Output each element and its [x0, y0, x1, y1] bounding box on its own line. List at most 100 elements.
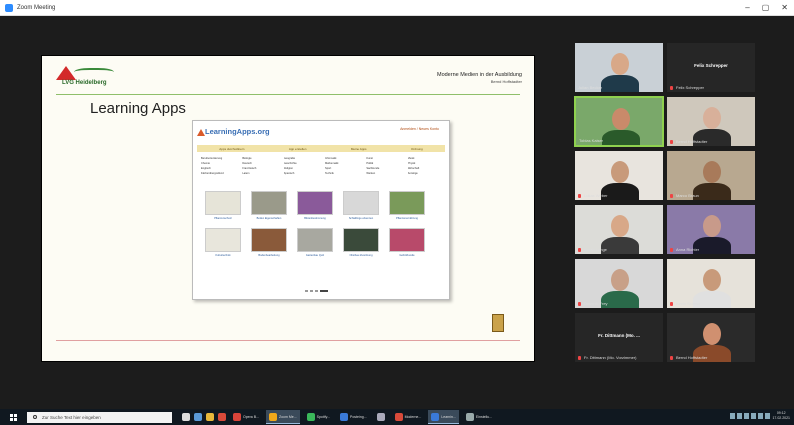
participant-name-label: Sarah Lange: [584, 247, 607, 252]
tray-icon[interactable]: [751, 413, 756, 419]
participant-tile[interactable]: Julian Becker: [574, 42, 664, 93]
app-tile-caption: Pflanzenernährung: [396, 217, 418, 220]
category-item: Fächerübergreifend: [201, 172, 224, 175]
app-tile-caption: Gehölzkunde: [399, 254, 415, 257]
maximize-button[interactable]: ▢: [762, 3, 770, 12]
participant-video-torso: [693, 183, 731, 200]
participant-video-torso: [601, 75, 639, 92]
participant-tile[interactable]: Anna Richter: [666, 204, 756, 255]
tray-icon[interactable]: [730, 413, 735, 419]
app-tile-caption: Obstbau Zuordnung: [349, 254, 373, 257]
taskbar-pinned-icon[interactable]: [218, 413, 226, 421]
participant-video-torso: [601, 183, 639, 200]
taskbar-app-button[interactable]: [374, 410, 388, 424]
participant-display-name: Felix Schrepper: [694, 63, 728, 68]
participant-name-label: Marco Braun: [676, 193, 699, 198]
tray-icon[interactable]: [737, 413, 742, 419]
participant-video-head: [611, 53, 629, 75]
taskbar-app-icon: [340, 413, 349, 421]
category-item: Religion: [283, 167, 294, 170]
app-tile-thumbnail: [389, 228, 425, 252]
participant-name-label: Felix Schrepper: [676, 85, 705, 90]
app-tile-thumbnail: [251, 228, 287, 252]
tray-icon[interactable]: [765, 413, 770, 419]
taskbar-clock[interactable]: 09:12 17.02.2021: [772, 411, 790, 421]
slide-footer-divider: [56, 340, 520, 341]
taskbar-pinned-icon[interactable]: [182, 413, 190, 421]
app-tile: Pflanzenernährung: [389, 191, 425, 220]
category-item: Mathematik: [324, 162, 339, 165]
category-item: Deutsch: [242, 162, 252, 165]
site-categories: Berufsorientierung Biologie Geografie Infor…: [201, 157, 441, 177]
mic-muted-icon: [670, 86, 673, 90]
participant-video-head: [703, 161, 721, 183]
participant-tile[interactable]: Marco Braun: [666, 150, 756, 201]
logo-wave-icon: [74, 68, 114, 78]
app-tile: Obstbau Zuordnung: [343, 228, 379, 257]
participant-tile[interactable]: Tobias Kaiser: [574, 96, 664, 147]
participant-name-label: Julian Becker: [578, 85, 603, 90]
participant-tile[interactable]: Dominik Frey: [574, 258, 664, 309]
app-tile-caption: Boden Eigenschaften: [256, 217, 282, 220]
taskbar-app-icon: [268, 412, 277, 421]
app-tile-caption: Pflanzenschutz: [214, 217, 232, 220]
taskbar-app-button[interactable]: Einstellu...: [463, 410, 495, 424]
taskbar-pinned-icon[interactable]: [206, 413, 214, 421]
category-row: Fächerübergreifend Latein Spanisch Technik W…: [201, 172, 441, 175]
category-item: Spanisch: [283, 172, 295, 175]
windows-start-icon[interactable]: [10, 413, 17, 421]
logo-text: LVG Heidelberg: [62, 80, 107, 86]
taskbar-app-button[interactable]: Moderne...: [392, 410, 425, 424]
tray-icon[interactable]: [758, 413, 763, 419]
participant-video-torso: [602, 130, 640, 145]
participant-video-head: [703, 215, 721, 237]
taskbar-app-label: Moderne...: [404, 415, 422, 419]
taskbar-app-label: Spotify...: [316, 415, 331, 419]
category-item: Geografie: [283, 157, 296, 160]
taskbar-app-button[interactable]: Learnin...: [428, 410, 459, 424]
taskbar-app-label: Opera B...: [243, 415, 259, 419]
mic-muted-icon: [670, 356, 673, 360]
minimize-button[interactable]: –: [745, 3, 749, 12]
app-tile-thumbnail: [297, 228, 333, 252]
participant-tile[interactable]: Fr. Dittmann (Mo. ... Fr. Dittmann (Mo. V…: [574, 312, 664, 363]
taskbar-app-button[interactable]: Opera B...: [230, 410, 262, 424]
window-titlebar: Zoom Meeting – ▢ ✕: [0, 0, 794, 16]
app-tile: Blütenbestimmung: [297, 191, 333, 220]
category-item: Informatik: [324, 157, 337, 160]
slide-divider: [56, 94, 520, 95]
taskbar-search[interactable]: Zur Suche Text hier eingeben: [27, 411, 172, 423]
participant-tile[interactable]: Kevin Schmitt: [666, 258, 756, 309]
tray-icon[interactable]: [744, 413, 749, 419]
participant-tile[interactable]: Bernd Hoffstadter: [666, 96, 756, 147]
taskbar-app-button[interactable]: Posteing...: [337, 410, 370, 424]
category-item: Sport: [324, 167, 332, 170]
app-tile-thumbnail: [343, 191, 379, 215]
meeting-area: LVG Heidelberg Moderne Medien in der Aus…: [0, 16, 794, 409]
close-button[interactable]: ✕: [781, 3, 788, 12]
app-tile-thumbnail: [251, 191, 287, 215]
participant-video-head: [612, 108, 630, 130]
app-tile-thumbnail: [205, 191, 241, 215]
category-item: Sonstige: [407, 172, 418, 175]
taskbar-app-icon: [376, 413, 385, 421]
participant-display-name: Fr. Dittmann (Mo. ...: [598, 333, 640, 338]
participant-tile[interactable]: Bernd Hoffstadter: [666, 312, 756, 363]
participant-video-head: [703, 269, 721, 291]
windows-taskbar: Zur Suche Text hier eingeben Opera B... Z…: [0, 409, 794, 425]
category-item: Geschichte: [283, 162, 297, 165]
taskbar-pinned-icon[interactable]: [194, 413, 202, 421]
participant-tile[interactable]: Lukas Weber: [574, 150, 664, 201]
page-dot-active: [320, 290, 328, 292]
participant-video-head: [611, 215, 629, 237]
participant-tile[interactable]: Sarah Lange: [574, 204, 664, 255]
taskbar-app-button[interactable]: Spotify...: [304, 410, 333, 424]
site-nav-item: Apps durchstöbern: [219, 146, 245, 151]
category-item: Politik: [366, 162, 374, 165]
participant-tile[interactable]: Felix Schrepper Felix Schrepper: [666, 42, 756, 93]
taskbar-search-placeholder: Zur Suche Text hier eingeben: [42, 414, 101, 420]
site-logo-icon: [197, 129, 205, 136]
participant-name-label: Bernd Hoffstadter: [676, 355, 708, 360]
site-login-link: Anmelden / Neues Konto: [400, 127, 439, 131]
taskbar-app-button[interactable]: Zoom Me...: [265, 410, 300, 424]
